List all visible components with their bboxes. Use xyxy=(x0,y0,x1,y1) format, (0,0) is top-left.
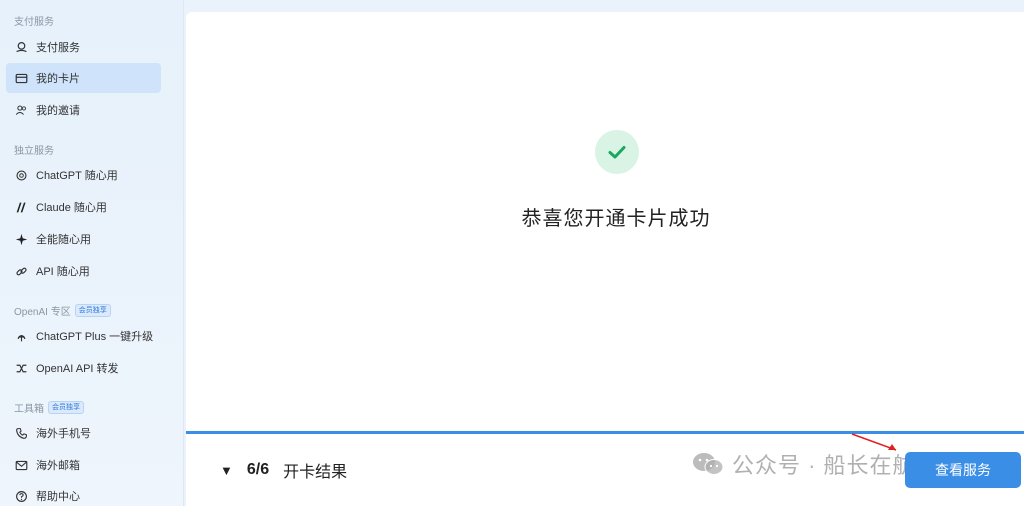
section-label-payment: 支付服务 xyxy=(14,17,54,28)
link-icon xyxy=(14,264,28,278)
step-label: 开卡结果 xyxy=(283,464,348,481)
sidebar-item-my-cards[interactable]: 我的卡片 xyxy=(6,63,161,93)
section-label-toolbox: 工具箱 会员独享 xyxy=(14,400,84,415)
payment-icon xyxy=(14,40,28,54)
sidebar-item-my-invites[interactable]: 我的邀请 xyxy=(6,95,161,125)
sidebar-item-overseas-phone[interactable]: 海外手机号 xyxy=(6,418,161,448)
section-label-independent: 独立服务 xyxy=(14,146,54,157)
success-check-icon xyxy=(595,130,639,174)
sidebar-item-claude[interactable]: Claude 随心用 xyxy=(6,192,161,222)
sidebar: 支付服务 支付服务 我的卡片 我的邀请 独立服务 ChatGPT 随心用 Cla… xyxy=(0,0,184,506)
annotation-arrow-icon xyxy=(851,433,897,451)
sidebar-item-help-center[interactable]: 帮助中心 xyxy=(6,481,161,506)
member-badge: 会员独享 xyxy=(48,401,84,414)
step-count: 6/6 xyxy=(246,461,270,478)
claude-icon xyxy=(14,200,28,214)
sparkle-icon xyxy=(14,232,28,246)
help-icon xyxy=(14,489,28,503)
mail-icon xyxy=(14,458,28,472)
sidebar-item-api[interactable]: API 随心用 xyxy=(6,256,161,286)
shuffle-icon xyxy=(14,361,28,375)
sidebar-item-chatgpt-plus[interactable]: ChatGPT Plus 一键升级 xyxy=(6,321,161,351)
sidebar-item-all-purpose[interactable]: 全能随心用 xyxy=(6,224,161,254)
collapse-triangle-icon[interactable]: ▼ xyxy=(220,463,233,478)
sidebar-item-chatgpt[interactable]: ChatGPT 随心用 xyxy=(6,160,161,190)
sidebar-item-overseas-mail[interactable]: 海外邮箱 xyxy=(6,450,161,480)
section-label-openai: OpenAI 专区 会员独享 xyxy=(14,303,111,318)
openai-icon xyxy=(14,168,28,182)
phone-icon xyxy=(14,426,28,440)
sidebar-item-openai-api[interactable]: OpenAI API 转发 xyxy=(6,353,161,383)
users-icon xyxy=(14,103,28,117)
success-title: 恭喜您开通卡片成功 xyxy=(521,208,711,230)
view-service-button[interactable]: 查看服务 xyxy=(905,452,1021,488)
upgrade-icon xyxy=(14,329,28,343)
member-badge: 会员独享 xyxy=(74,304,111,317)
step-header[interactable]: ▼ 6/6 开卡结果 xyxy=(220,458,347,482)
card-icon xyxy=(14,71,28,85)
sidebar-item-payment[interactable]: 支付服务 xyxy=(6,32,161,62)
